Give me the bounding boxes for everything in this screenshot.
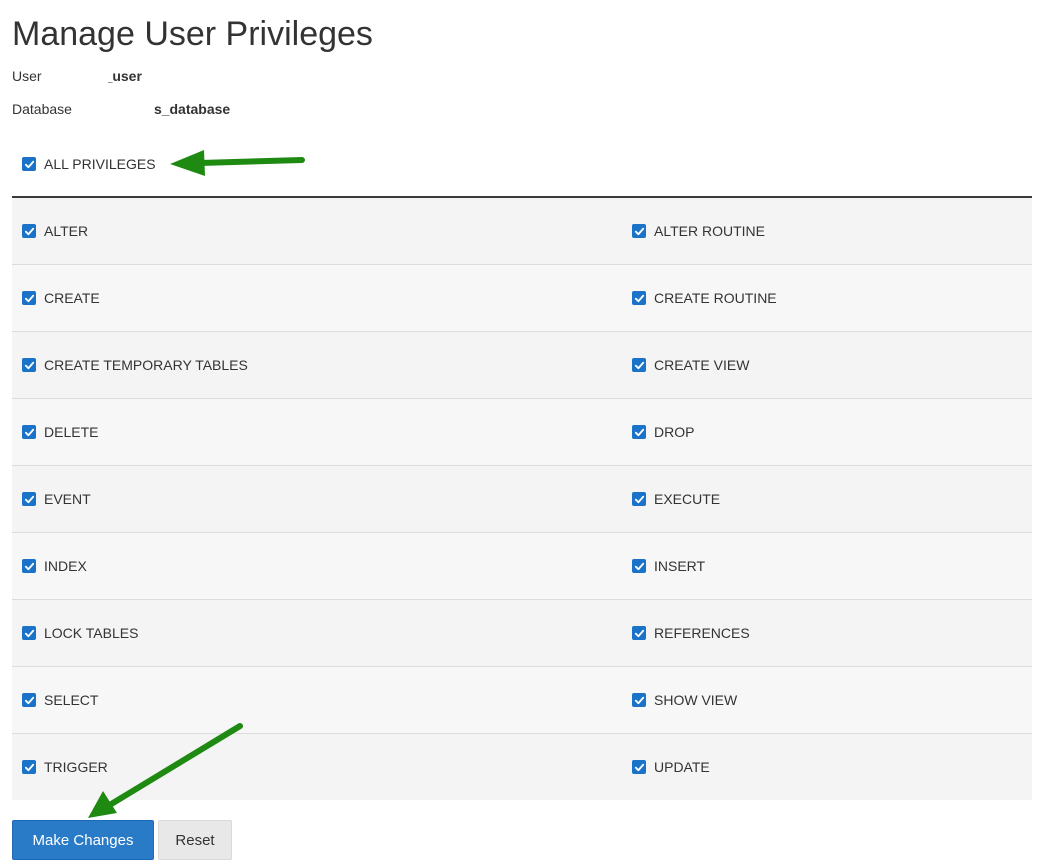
privilege-checkbox[interactable]: LOCK TABLES [12,625,632,641]
all-privileges-label: ALL PRIVILEGES [44,156,156,172]
privilege-row: ALTER ALTER ROUTINE [12,198,1032,265]
checkmark-icon[interactable] [632,559,646,573]
privilege-checkbox[interactable]: ALTER [12,223,632,239]
privilege-label: REFERENCES [654,625,750,641]
privilege-row: CREATE TEMPORARY TABLES CREATE VIEW [12,332,1032,399]
checkmark-icon[interactable] [632,760,646,774]
user-value: _user [104,68,142,84]
privilege-row: TRIGGER UPDATE [12,734,1032,800]
checkmark-icon[interactable] [632,425,646,439]
checkmark-icon[interactable] [22,358,36,372]
privilege-label: LOCK TABLES [44,625,139,641]
privilege-row: EVENT EXECUTE [12,466,1032,533]
privilege-checkbox[interactable]: CREATE VIEW [632,357,1032,373]
privilege-checkbox[interactable]: DROP [632,424,1032,440]
privilege-checkbox[interactable]: EXECUTE [632,491,1032,507]
privilege-row: CREATE CREATE ROUTINE [12,265,1032,332]
checkmark-icon[interactable] [22,425,36,439]
green-arrow-icon [170,150,305,176]
privilege-label: ALTER ROUTINE [654,223,765,239]
privilege-label: UPDATE [654,759,710,775]
privilege-checkbox[interactable]: INDEX [12,558,632,574]
privilege-label: SELECT [44,692,99,708]
all-privileges-checkbox[interactable]: ALL PRIVILEGES [22,154,156,174]
privilege-row: LOCK TABLES REFERENCES [12,600,1032,667]
database-label: Database [12,101,72,117]
privilege-label: DELETE [44,424,99,440]
checkmark-icon[interactable] [22,559,36,573]
reset-button[interactable]: Reset [158,820,232,860]
privilege-label: DROP [654,424,695,440]
privilege-label: INSERT [654,558,706,574]
checkmark-icon[interactable] [632,492,646,506]
user-redaction [44,64,108,86]
privilege-label: INDEX [44,558,87,574]
privilege-checkbox[interactable]: CREATE ROUTINE [632,290,1032,306]
page-title: Manage User Privileges [12,15,373,53]
checkmark-icon[interactable] [632,291,646,305]
privilege-label: CREATE VIEW [654,357,750,373]
checkmark-icon[interactable] [22,157,36,171]
privilege-label: EXECUTE [654,491,721,507]
privilege-label: TRIGGER [44,759,108,775]
privilege-checkbox[interactable]: SELECT [12,692,632,708]
privilege-label: CREATE ROUTINE [654,290,777,306]
privilege-label: SHOW VIEW [654,692,738,708]
privilege-checkbox[interactable]: SHOW VIEW [632,692,1032,708]
checkmark-icon[interactable] [632,626,646,640]
privilege-label: CREATE TEMPORARY TABLES [44,357,248,373]
privilege-checkbox[interactable]: EVENT [12,491,632,507]
privilege-checkbox[interactable]: CREATE [12,290,632,306]
make-changes-button[interactable]: Make Changes [12,820,154,860]
checkmark-icon[interactable] [22,291,36,305]
checkmark-icon[interactable] [632,693,646,707]
privilege-label: CREATE [44,290,100,306]
checkmark-icon[interactable] [632,224,646,238]
privilege-checkbox[interactable]: UPDATE [632,759,1032,775]
privilege-label: ALTER [44,223,89,239]
privilege-checkbox[interactable]: DELETE [12,424,632,440]
user-label: User [12,68,42,84]
privileges-table: ALTER ALTER ROUTINE CREATE CREATE ROUTINE CR… [12,198,1032,800]
privilege-checkbox[interactable]: INSERT [632,558,1032,574]
checkmark-icon[interactable] [22,760,36,774]
checkmark-icon[interactable] [22,492,36,506]
database-redaction [82,97,148,119]
privilege-checkbox[interactable]: REFERENCES [632,625,1032,641]
privilege-label: EVENT [44,491,91,507]
database-value: s_database [153,101,231,117]
checkmark-icon[interactable] [22,693,36,707]
checkmark-icon[interactable] [22,224,36,238]
privilege-row: DELETE DROP [12,399,1032,466]
privilege-row: INDEX INSERT [12,533,1032,600]
privilege-row: SELECT SHOW VIEW [12,667,1032,734]
privilege-checkbox[interactable]: CREATE TEMPORARY TABLES [12,357,632,373]
checkmark-icon[interactable] [22,626,36,640]
checkmark-icon[interactable] [632,358,646,372]
privilege-checkbox[interactable]: ALTER ROUTINE [632,223,1032,239]
privilege-checkbox[interactable]: TRIGGER [12,759,632,775]
